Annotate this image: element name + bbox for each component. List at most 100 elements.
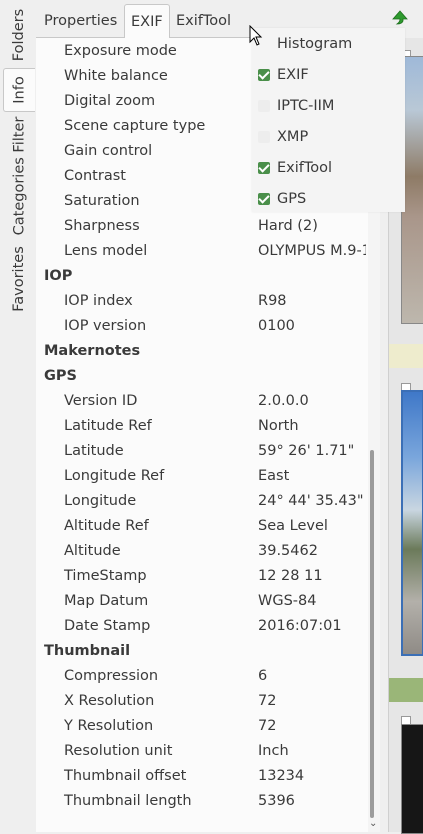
field-name: Gain control	[64, 143, 153, 159]
up-arrow-icon[interactable]	[390, 8, 410, 28]
checked-checkbox[interactable]	[258, 193, 270, 205]
field-name: Lens model	[64, 243, 148, 259]
thumbnail-caption-band	[389, 344, 423, 368]
field-name: IOP index	[64, 293, 133, 309]
unchecked-checkbox[interactable]	[258, 131, 270, 143]
thumbnail-caption-band	[389, 678, 423, 702]
section-header[interactable]: GPS	[36, 364, 368, 389]
menu-item[interactable]: Histogram	[252, 29, 405, 60]
metadata-row[interactable]: IOP index R98	[36, 289, 368, 314]
menu-item[interactable]: XMP	[252, 122, 405, 153]
checked-checkbox[interactable]	[258, 162, 270, 174]
field-name: Version ID	[64, 393, 138, 409]
field-value: East	[258, 468, 290, 484]
metadata-row[interactable]: TimeStamp 12 28 11	[36, 564, 368, 589]
section-header[interactable]: IOP	[36, 264, 368, 289]
section-title: IOP	[44, 268, 73, 284]
field-value: 2.0.0.0	[258, 393, 309, 409]
side-tab-folders[interactable]: Folders	[3, 4, 35, 66]
thumbnail-image[interactable]	[401, 724, 423, 834]
tab-exif[interactable]: EXIF	[124, 4, 170, 38]
field-value: WGS-84	[258, 593, 317, 609]
field-value: North	[258, 418, 299, 434]
side-tab-strip: Folders Info Categories Filter Favorites	[0, 0, 37, 832]
field-name: Compression	[64, 668, 159, 684]
metadata-row[interactable]: Latitude 59° 26' 1.71"	[36, 439, 368, 464]
field-value: 59° 26' 1.71"	[258, 443, 355, 459]
side-tab-label: Categories Filter	[11, 116, 27, 236]
metadata-row[interactable]: X Resolution 72	[36, 689, 368, 714]
field-name: Date Stamp	[64, 618, 151, 634]
field-name: Thumbnail offset	[64, 768, 187, 784]
field-name: Digital zoom	[64, 93, 156, 109]
metadata-row[interactable]: Altitude Ref Sea Level	[36, 514, 368, 539]
field-value: 72	[258, 693, 277, 709]
field-name: Saturation	[64, 193, 140, 209]
unchecked-checkbox[interactable]	[258, 100, 270, 112]
field-value: 13234	[258, 768, 305, 784]
field-name: White balance	[64, 68, 168, 84]
field-value: 0100	[258, 318, 295, 334]
section-title: GPS	[44, 368, 77, 384]
field-name: Latitude Ref	[64, 418, 152, 434]
section-title: Thumbnail	[44, 643, 131, 659]
metadata-row[interactable]: Latitude Ref North	[36, 414, 368, 439]
metadata-row[interactable]: Map Datum WGS-84	[36, 589, 368, 614]
side-tab-favorites[interactable]: Favorites	[3, 242, 35, 316]
field-value: 39.5462	[258, 543, 318, 559]
metadata-row[interactable]: Thumbnail offset 13234	[36, 764, 368, 789]
metadata-row[interactable]: Longitude 24° 44' 35.43"	[36, 489, 368, 514]
field-name: Longitude Ref	[64, 468, 165, 484]
field-name: Thumbnail length	[64, 793, 192, 809]
field-name: Y Resolution	[64, 718, 154, 734]
menu-item-label: Histogram	[277, 36, 353, 52]
metadata-row[interactable]: Altitude 39.5462	[36, 539, 368, 564]
menu-item-label: GPS	[277, 191, 307, 207]
thumbnail-image[interactable]	[401, 390, 423, 656]
menu-item-label: XMP	[277, 129, 309, 145]
side-tab-label: Favorites	[11, 246, 27, 312]
mouse-pointer-icon	[249, 25, 263, 46]
field-value: Inch	[258, 743, 289, 759]
menu-item[interactable]: IPTC-IIM	[252, 91, 405, 122]
field-name: Sharpness	[64, 218, 140, 234]
scroll-down-icon[interactable]: ⌄	[369, 818, 377, 829]
metadata-row[interactable]: Version ID 2.0.0.0	[36, 389, 368, 414]
scrollbar-thumb[interactable]	[370, 450, 374, 818]
field-name: X Resolution	[64, 693, 155, 709]
field-name: Altitude	[64, 543, 121, 559]
checked-checkbox[interactable]	[258, 69, 270, 81]
view-options-menu[interactable]: Histogram EXIF IPTC-IIM XMP ExifTool GPS	[252, 28, 405, 212]
section-header[interactable]: Thumbnail	[36, 639, 368, 664]
field-name: Resolution unit	[64, 743, 173, 759]
field-name: Exposure mode	[64, 43, 177, 59]
menu-item[interactable]: GPS	[252, 184, 405, 215]
field-value: R98	[258, 293, 287, 309]
menu-item[interactable]: EXIF	[252, 60, 405, 91]
side-tab-categories-filter[interactable]: Categories Filter	[3, 114, 35, 238]
metadata-row[interactable]: Lens model OLYMPUS M.9-1	[36, 239, 368, 264]
section-header[interactable]: Makernotes	[36, 339, 368, 364]
field-name: Altitude Ref	[64, 518, 149, 534]
metadata-row[interactable]: Compression 6	[36, 664, 368, 689]
side-tab-info[interactable]: Info	[3, 68, 35, 112]
metadata-row[interactable]: Thumbnail length 5396	[36, 789, 368, 814]
menu-item[interactable]: ExifTool	[252, 153, 405, 184]
field-value: OLYMPUS M.9-1	[258, 243, 366, 259]
field-value: 6	[258, 668, 268, 684]
field-name: IOP version	[64, 318, 147, 334]
metadata-row[interactable]: Longitude Ref East	[36, 464, 368, 489]
field-value: Sea Level	[258, 518, 328, 534]
metadata-row[interactable]: Y Resolution 72	[36, 714, 368, 739]
metadata-row[interactable]: Sharpness Hard (2)	[36, 214, 368, 239]
side-tab-label: Info	[11, 76, 28, 104]
tab-properties[interactable]: Properties	[38, 4, 123, 38]
metadata-row[interactable]: Date Stamp 2016:07:01	[36, 614, 368, 639]
field-value: Hard (2)	[258, 218, 318, 234]
tab-exiftool[interactable]: ExifTool	[170, 4, 237, 38]
metadata-row[interactable]: Resolution unit Inch	[36, 739, 368, 764]
metadata-row[interactable]: IOP version 0100	[36, 314, 368, 339]
field-value: 12 28 11	[258, 568, 323, 584]
field-name: Longitude	[64, 493, 137, 509]
field-value: 2016:07:01	[258, 618, 342, 634]
